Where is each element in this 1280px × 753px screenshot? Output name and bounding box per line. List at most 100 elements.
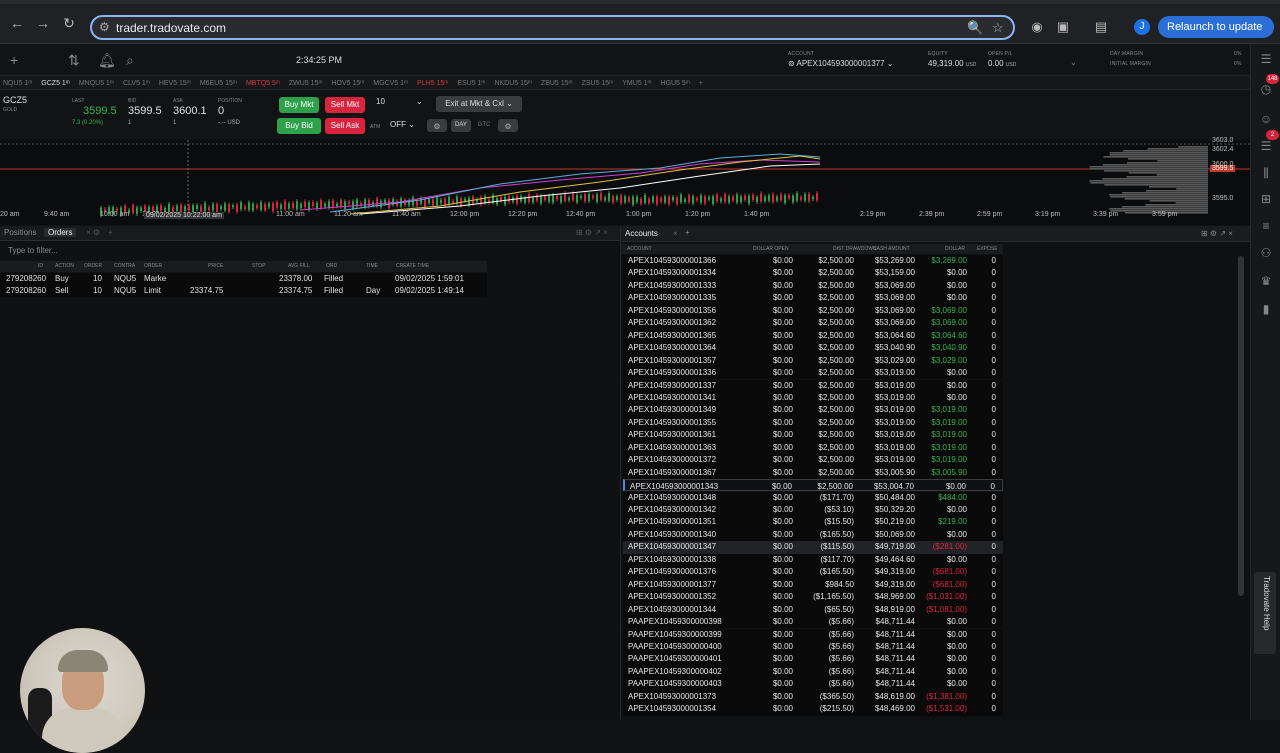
account-row[interactable]: APEX104593000001354 $0.00 ($215.50) $48,469… [623, 703, 1003, 716]
accounts-column-header[interactable]: ACCOUNT [627, 246, 652, 252]
account-row[interactable]: APEX104593000001366 $0.00 $2,500.00 $53,269… [623, 255, 1003, 268]
account-row[interactable]: PAAPEX10459300000401 $0.00 ($5.66) $48,711.… [623, 653, 1003, 666]
account-row[interactable]: APEX104593000001334 $0.00 $2,500.00 $53,159… [623, 267, 1003, 280]
symbol-tab[interactable]: MNQU5 1ᵐ [79, 77, 114, 89]
tab-orders[interactable]: Orders [44, 228, 77, 237]
symbol-tab[interactable]: NKDU5 15ᵐ [494, 77, 531, 89]
account-row[interactable]: APEX104593000001364 $0.00 $2,500.00 $53,040… [623, 342, 1003, 355]
panel-controls-icon[interactable]: ⊞ ⚙ ↗ × [576, 228, 608, 237]
orders-column-header[interactable]: ID [38, 263, 43, 269]
account-row[interactable]: APEX104593000001376 $0.00 ($165.50) $49,319… [623, 566, 1003, 579]
account-row[interactable]: APEX104593000001362 $0.00 $2,500.00 $53,069… [623, 317, 1003, 330]
orders-column-header[interactable]: ORD [326, 263, 337, 269]
account-row[interactable]: APEX104593000001336 $0.00 $2,500.00 $53,019… [623, 367, 1003, 380]
account-row[interactable]: APEX104593000001357 $0.00 $2,500.00 $53,029… [623, 354, 1003, 367]
account-row[interactable]: PAAPEX10459300000399 $0.00 ($5.66) $48,711.… [623, 628, 1003, 641]
account-row[interactable]: APEX104593000001349 $0.00 $2,500.00 $53,019… [623, 404, 1003, 417]
header-chevron-icon[interactable]: ⌄ [1070, 58, 1077, 67]
symbol-tab[interactable]: GCZ5 1ᵐ [41, 77, 70, 89]
order-row[interactable]: 279208260 Buy 10 NQU5 Marke 23378.00 Filled 09/… [0, 273, 487, 285]
account-row[interactable]: APEX104593000001367 $0.00 $2,500.00 $53,005… [623, 466, 1003, 480]
accounts-tab-close-icon[interactable]: × [673, 229, 678, 238]
account-row[interactable]: PAAPEX10459300000398 $0.00 ($5.66) $48,711.… [623, 616, 1003, 629]
profile-avatar[interactable]: J [1134, 19, 1150, 35]
account-row[interactable]: APEX104593000001372 $0.00 $2,500.00 $53,019… [623, 454, 1003, 467]
accounts-column-header[interactable]: EXPOSE [977, 246, 998, 252]
orders-column-header[interactable]: ORDER [144, 263, 162, 269]
site-info-icon[interactable]: ⚙ [99, 20, 110, 34]
accounts-column-header[interactable]: DIST DRAWDOWN [833, 246, 877, 252]
account-row[interactable]: APEX104593000001352 $0.00 ($1,165.50) $48,9… [623, 591, 1003, 604]
symbol-tab[interactable]: MBTQ5 5ᵐ [246, 77, 280, 89]
orders-column-header[interactable]: TIME [366, 263, 378, 269]
notifications-icon[interactable]: ◷ [1259, 82, 1273, 96]
account-row[interactable]: APEX104593000001361 $0.00 $2,500.00 $53,019… [623, 429, 1003, 442]
forward-icon[interactable]: → [34, 14, 52, 32]
chart-icon[interactable]: ▮ [1259, 302, 1273, 316]
account-row[interactable]: PAAPEX10459300000402 $0.00 ($5.66) $48,711.… [623, 665, 1003, 679]
orders-column-header[interactable]: ORDER [84, 263, 102, 269]
add-icon[interactable]: + [10, 52, 18, 68]
account-selector[interactable]: ⊚ APEX104593000001377 ⌄ [788, 59, 894, 68]
account-row[interactable]: PAAPEX10459300000400 $0.00 ($5.66) $48,711.… [623, 640, 1003, 654]
account-row[interactable]: APEX104593000001373 $0.00 ($365.50) $48,619… [623, 690, 1003, 704]
account-row[interactable]: APEX104593000001347 $0.00 ($115.50) $49,719… [623, 541, 1003, 554]
atm-settings-icon[interactable]: ⚙ [427, 119, 447, 132]
list-icon[interactable]: ☰ [1259, 139, 1273, 153]
accounts-panel-controls-icon[interactable]: ⊞ ⚙ ↗ × [1201, 229, 1233, 238]
help-tab[interactable]: Tradovate Help [1254, 572, 1276, 654]
accounts-column-header[interactable]: DOLLAR [945, 246, 965, 252]
account-row[interactable]: APEX104593000001348 $0.00 ($171.70) $50,484… [623, 491, 1003, 504]
account-row[interactable]: APEX104593000001363 $0.00 $2,500.00 $53,019… [623, 441, 1003, 455]
orders-column-header[interactable]: CONTRA [114, 263, 135, 269]
symbol-tab[interactable]: MGCV5 1ᵐ [373, 77, 408, 89]
accounts-column-header[interactable]: DOLLAR OPEN [753, 246, 789, 252]
bars-icon[interactable]: ≡ [1259, 219, 1273, 233]
menu-icon[interactable]: ☰ [1259, 52, 1273, 66]
account-row[interactable]: APEX104593000001338 $0.00 ($117.70) $49,464… [623, 553, 1003, 567]
symbol-tab[interactable]: ZWU5 15ᵐ [289, 77, 323, 89]
accounts-scrollbar[interactable] [1238, 256, 1244, 596]
zoom-icon[interactable]: 🔍 [967, 20, 983, 36]
account-row[interactable]: APEX104593000001356 $0.00 $2,500.00 $53,069… [623, 304, 1003, 318]
orders-column-header[interactable]: CREATE TIME [396, 263, 429, 269]
users-icon[interactable]: ⚇ [1259, 246, 1273, 260]
exit-at-mkt-button[interactable]: Exit at Mkt & Cxl ⌄ [436, 96, 522, 112]
symbol-tab[interactable]: + [699, 77, 703, 89]
back-icon[interactable]: ← [8, 14, 26, 32]
search-icon[interactable]: ⌕ [126, 52, 134, 69]
symbol-tab[interactable]: ZSU5 15ᵐ [582, 77, 614, 89]
orders-column-header[interactable]: PRICE [208, 263, 223, 269]
chat-icon[interactable]: ☺ [1259, 112, 1273, 126]
order-row[interactable]: 279208260 Sell 10 NQU5 Limit 23374.75 23374.75… [0, 285, 487, 297]
accounts-add-tab-icon[interactable]: + [685, 228, 690, 237]
buy-mkt-button[interactable]: Buy Mkt [279, 97, 319, 113]
account-row[interactable]: APEX104593000001377 $0.00 $984.50 $49,319.0… [623, 578, 1003, 592]
order-settings-icon[interactable]: ⚙ [498, 119, 518, 132]
orders-column-header[interactable]: ACTION [55, 263, 74, 269]
symbol-tab[interactable]: ZBU5 15ᵐ [541, 77, 573, 89]
accounts-column-header[interactable]: CASH AMOUNT [873, 246, 910, 252]
buy-bid-button[interactable]: Buy Bid [277, 118, 321, 134]
tab-accounts[interactable]: Accounts [625, 229, 658, 238]
symbol-tab[interactable]: PLH5 15ᵐ [417, 77, 448, 89]
quote-symbol[interactable]: GCZ5 [3, 95, 27, 105]
account-row[interactable]: APEX104593000001343 $0.00 $2,500.00 $53,004… [623, 479, 1003, 492]
orders-filter-input[interactable]: Type to filter... [0, 244, 620, 258]
symbol-tab[interactable]: HGU5 5ᵐ [661, 77, 690, 89]
symbol-tab[interactable]: NQU5 1ᵐ [3, 77, 32, 89]
symbol-tab[interactable]: HEV5 15ᵐ [159, 77, 191, 89]
account-row[interactable]: APEX104593000001342 $0.00 ($53.10) $50,329.… [623, 504, 1003, 517]
account-row[interactable]: APEX104593000001337 $0.00 $2,500.00 $53,019… [623, 379, 1003, 392]
puzzle-extensions-icon[interactable]: ▣ [1054, 18, 1072, 36]
account-row[interactable]: APEX104593000001365 $0.00 $2,500.00 $53,064… [623, 329, 1003, 343]
account-row[interactable]: APEX104593000001333 $0.00 $2,500.00 $53,069… [623, 279, 1003, 293]
sort-arrows-icon[interactable]: ⇅ [68, 52, 80, 69]
relaunch-button[interactable]: Relaunch to update ⋮ [1158, 16, 1274, 55]
tab-positions[interactable]: Positions [4, 228, 36, 237]
tab-close-icon[interactable]: × ⚙ [86, 228, 100, 237]
reload-icon[interactable]: ↻ [60, 14, 78, 32]
account-row[interactable]: PAAPEX10459300000403 $0.00 ($5.66) $48,711.… [623, 678, 1003, 691]
address-bar[interactable]: ⚙ trader.tradovate.com 🔍 ☆ [90, 15, 1015, 40]
split-view-icon[interactable]: ▤ [1092, 18, 1110, 36]
